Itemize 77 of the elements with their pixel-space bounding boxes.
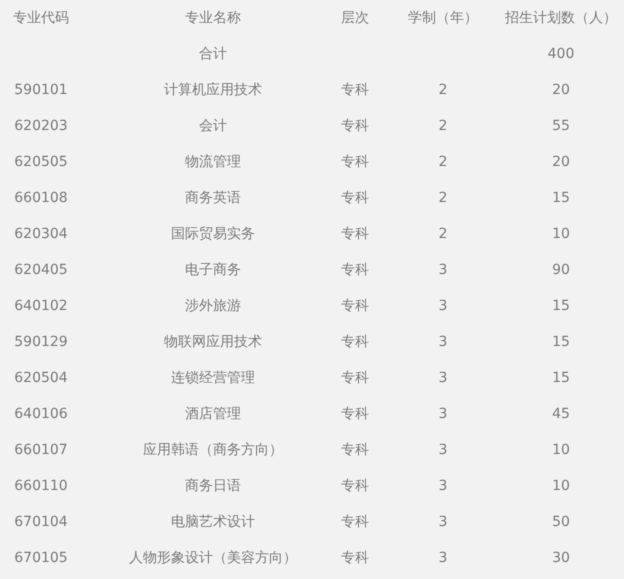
table-cell-text: 电脑艺术设计: [171, 512, 255, 532]
table-cell-text: 620405: [14, 260, 68, 280]
table-cell-text: 2: [438, 152, 448, 172]
table-cell-text: 640102: [14, 296, 68, 316]
table-cell-text: 20: [552, 80, 570, 100]
column-header: 专业名称: [185, 8, 241, 28]
table-cell-text: 2: [438, 116, 448, 136]
table-cell-text: 专科: [341, 476, 369, 496]
table-cell-text: 640106: [14, 404, 68, 424]
table-cell-text: 55: [552, 116, 570, 136]
table-cell-text: 15: [552, 296, 570, 316]
table-cell-text: 商务英语: [185, 188, 241, 208]
table-cell-text: 3: [438, 368, 448, 388]
table-cell-text: 30: [552, 548, 570, 568]
table-cell-text: 涉外旅游: [185, 296, 241, 316]
table-cell-text: 620203: [14, 116, 68, 136]
table-cell-text: 3: [438, 332, 448, 352]
table-cell-text: 2: [438, 80, 448, 100]
table-cell-text: 10: [552, 440, 570, 460]
table-cell-text: 20: [552, 152, 570, 172]
table-cell-text: 物流管理: [185, 152, 241, 172]
total-label: 合计: [199, 44, 227, 64]
table-cell-text: 专科: [341, 260, 369, 280]
table-cell-text: 电子商务: [185, 260, 241, 280]
table-cell-text: 660107: [14, 440, 68, 460]
table-cell-text: 15: [552, 332, 570, 352]
table-cell-text: 10: [552, 476, 570, 496]
table-cell-text: 计算机应用技术: [164, 80, 262, 100]
table-cell-text: 660110: [14, 476, 68, 496]
table-cell-text: 3: [438, 476, 448, 496]
table-cell-text: 45: [552, 404, 570, 424]
table-cell-text: 专科: [341, 80, 369, 100]
table-cell-text: 2: [438, 224, 448, 244]
table-cell-text: 2: [438, 188, 448, 208]
table-cell-text: 专科: [341, 152, 369, 172]
table-cell-text: 3: [438, 260, 448, 280]
table-cell-text: 专科: [341, 188, 369, 208]
table-cell-text: 50: [552, 512, 570, 532]
table-cell-text: 660108: [14, 188, 68, 208]
table-cell-text: 人物形象设计（美容方向）: [129, 548, 297, 568]
table-cell-text: 专科: [341, 404, 369, 424]
table-cell-text: 620304: [14, 224, 68, 244]
table-cell-text: 专科: [341, 368, 369, 388]
total-value: 400: [548, 44, 574, 64]
table-cell-text: 3: [438, 440, 448, 460]
table-cell-text: 专科: [341, 548, 369, 568]
table-cell-text: 商务日语: [185, 476, 241, 496]
table-cell-text: 3: [438, 404, 448, 424]
table-cell-text: 590101: [14, 80, 68, 100]
column-header: 专业代码: [13, 8, 69, 28]
table-cell-text: 3: [438, 512, 448, 532]
table-cell-text: 90: [552, 260, 570, 280]
table-cell-text: 3: [438, 296, 448, 316]
table-cell-text: 15: [552, 188, 570, 208]
table-cell-text: 590129: [14, 332, 68, 352]
table-cell-text: 专科: [341, 296, 369, 316]
table-cell-text: 连锁经营管理: [171, 368, 255, 388]
column-header: 学制（年）: [408, 8, 478, 28]
table-cell-text: 670105: [14, 548, 68, 568]
table-cell-text: 620505: [14, 152, 68, 172]
table-cell-text: 物联网应用技术: [164, 332, 262, 352]
table-cell-text: 专科: [341, 332, 369, 352]
table-cell-text: 10: [552, 224, 570, 244]
column-header: 层次: [341, 8, 369, 28]
table-cell-text: 15: [552, 368, 570, 388]
table-cell-text: 会计: [199, 116, 227, 136]
table-cell-text: 专科: [341, 116, 369, 136]
table-cell-text: 专科: [341, 512, 369, 532]
column-header: 招生计划数（人）: [505, 8, 617, 28]
table-cell-text: 国际贸易实务: [171, 224, 255, 244]
table-cell-text: 酒店管理: [185, 404, 241, 424]
table-cell-text: 3: [438, 548, 448, 568]
table-cell-text: 专科: [341, 440, 369, 460]
table-cell-text: 应用韩语（商务方向）: [143, 440, 283, 460]
table-cell-text: 620504: [14, 368, 68, 388]
table-cell-text: 专科: [341, 224, 369, 244]
table-cell-text: 670104: [14, 512, 68, 532]
